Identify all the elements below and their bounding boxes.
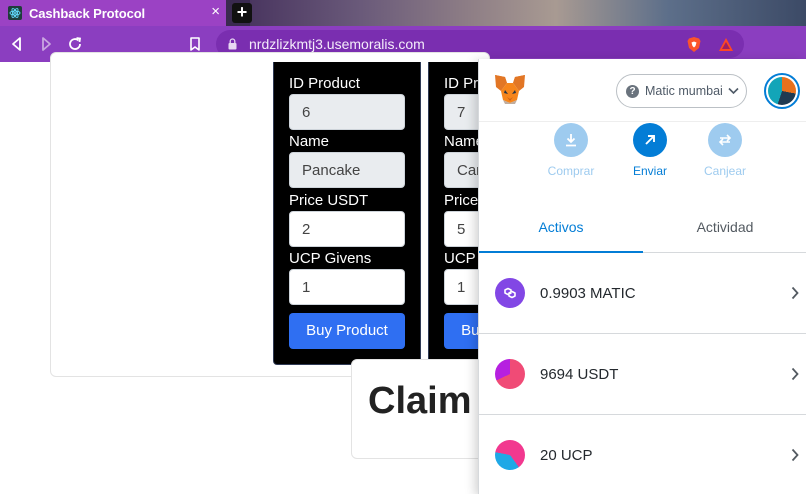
ucp-givens-field[interactable]: 1 [289,269,405,305]
name-label: Name [289,133,330,150]
chevron-right-icon [791,367,799,381]
url-text: nrdzlizkmtj3.usemoralis.com [249,36,425,52]
network-selector[interactable]: ? Matic mumbai [616,74,747,108]
id-product-label: ID Product [289,75,360,92]
buy-product-button[interactable]: Buy Product [289,313,405,349]
tab-strip: Cashback Protocol × + [0,0,806,26]
id-product-field[interactable]: 6 [289,94,405,130]
lock-icon [228,38,237,50]
metamask-fox-icon[interactable] [493,73,527,106]
close-tab-icon[interactable]: × [211,3,220,21]
comprar-label: Comprar [547,164,595,178]
chevron-down-icon [728,87,739,95]
tab-activos[interactable]: Activos [479,209,643,253]
price-usdt-label: Price USDT [289,192,369,209]
account-avatar[interactable] [764,73,800,109]
react-favicon-icon [8,6,22,20]
asset-row-matic[interactable]: 0.9903 MATIC [479,253,806,334]
wallet-tabs: Activos Actividad [479,209,806,253]
polygon-token-icon [495,278,525,308]
asset-balance: 20 UCP [540,447,593,464]
swap-icon [708,123,742,157]
asset-balance: 9694 USDT [540,366,619,383]
download-icon [554,123,588,157]
ucp-givens-label: UCP Givens [289,250,372,267]
tab-cashback-protocol[interactable]: Cashback Protocol × [0,0,226,26]
wallet-actions: Comprar Enviar Canjear [479,123,806,183]
product-card: ID Product 6 Name Pancake Price USDT 2 U… [273,62,421,365]
tab-strip-background [250,0,806,26]
asset-balance: 0.9903 MATIC [540,285,636,302]
tab-actividad[interactable]: Actividad [643,209,806,253]
chevron-right-icon [791,286,799,300]
forward-icon[interactable] [37,35,55,53]
bookmark-icon[interactable] [186,35,204,53]
brave-rewards-icon[interactable] [718,37,734,52]
price-usdt-field[interactable]: 2 [289,211,405,247]
asset-row-ucp[interactable]: 20 UCP [479,415,806,494]
canjear-label: Canjear [703,164,747,178]
usdt-token-icon [495,359,525,389]
enviar-button[interactable]: Enviar [610,123,690,178]
network-name: Matic mumbai [645,84,723,98]
identicon-icon [768,77,796,105]
network-info-icon: ? [626,85,639,98]
tab-title: Cashback Protocol [29,5,146,21]
canjear-button[interactable]: Canjear [685,123,765,178]
metamask-header: ? Matic mumbai [479,59,806,122]
enviar-label: Enviar [632,164,667,178]
asset-row-usdt[interactable]: 9694 USDT [479,334,806,415]
back-icon[interactable] [8,35,26,53]
chevron-right-icon [791,448,799,462]
reload-icon[interactable] [66,35,84,53]
name-field[interactable]: Pancake [289,152,405,188]
products-panel [50,52,490,377]
metamask-popup: ? Matic mumbai Comprar Enviar Canjear Ac… [478,59,806,494]
ucp-token-icon [495,440,525,470]
brave-shields-icon[interactable] [686,36,702,53]
comprar-button[interactable]: Comprar [531,123,611,178]
arrow-up-right-icon [633,123,667,157]
new-tab-button[interactable]: + [232,3,252,23]
